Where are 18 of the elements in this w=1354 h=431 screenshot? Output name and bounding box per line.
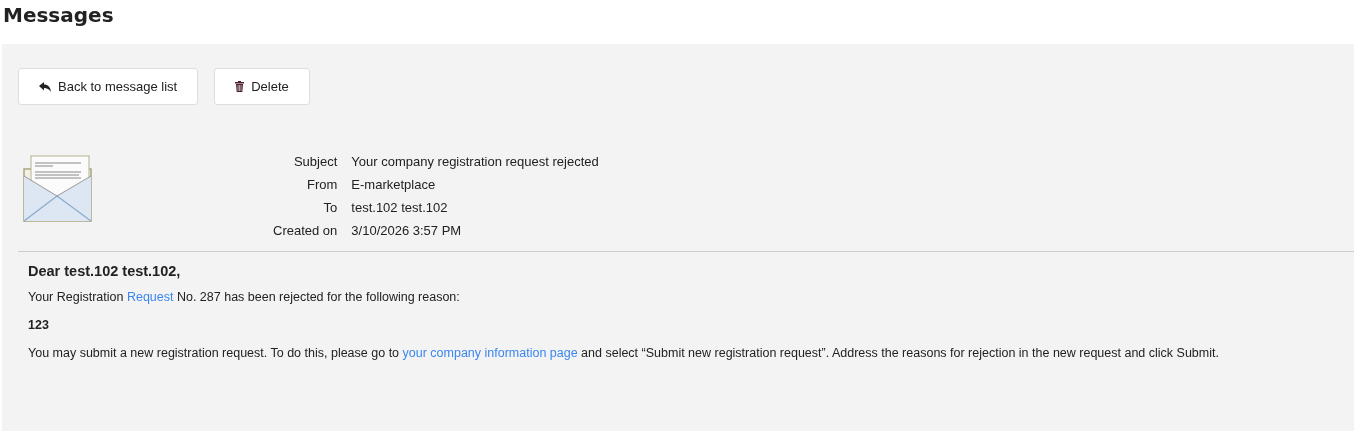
greeting-heading: Dear test.102 test.102,	[28, 262, 182, 280]
field-value: 3/10/2026 3:57 PM	[351, 222, 463, 240]
field-label: From	[306, 176, 338, 194]
field-label: Subject	[292, 153, 338, 171]
field-label: To	[322, 199, 338, 217]
message-paragraph: You may submit a new registration request. To do this, please go to your company information page and select “Submit new registration request”. Address the reasons for rejection in the new request and click Submit.	[28, 345, 1220, 362]
trash-icon	[235, 81, 245, 92]
back-button[interactable]: Back to message list	[18, 68, 199, 105]
message-paragraph: Your Registration Request No. 287 has been rejected for the following reason:	[28, 289, 461, 306]
field-value: Your company registration request rejected	[351, 153, 599, 171]
reply-arrow-icon	[39, 81, 51, 92]
field-label: Created on	[273, 222, 338, 240]
field-value: test.102 test.102	[351, 199, 449, 217]
page-title: Messages	[3, 3, 115, 29]
rejection-reason: 123	[28, 317, 50, 334]
delete-button[interactable]: Delete	[214, 68, 310, 105]
open-envelope-icon	[23, 154, 93, 224]
field-value: E-marketplace	[351, 176, 437, 194]
